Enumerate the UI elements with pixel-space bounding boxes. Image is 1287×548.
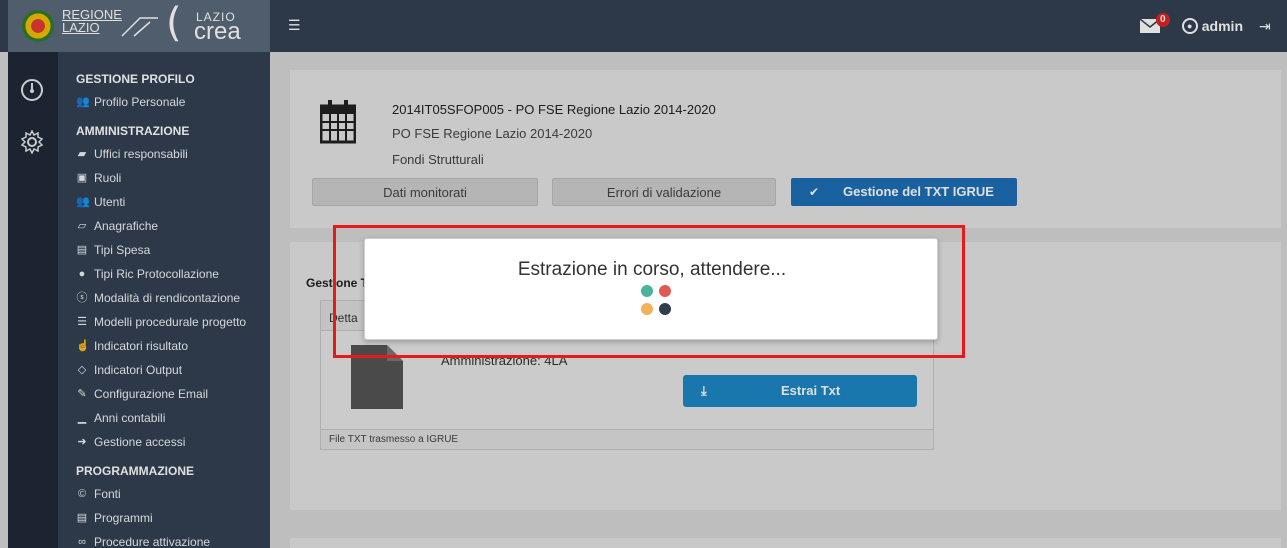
highlight-box bbox=[333, 225, 965, 358]
